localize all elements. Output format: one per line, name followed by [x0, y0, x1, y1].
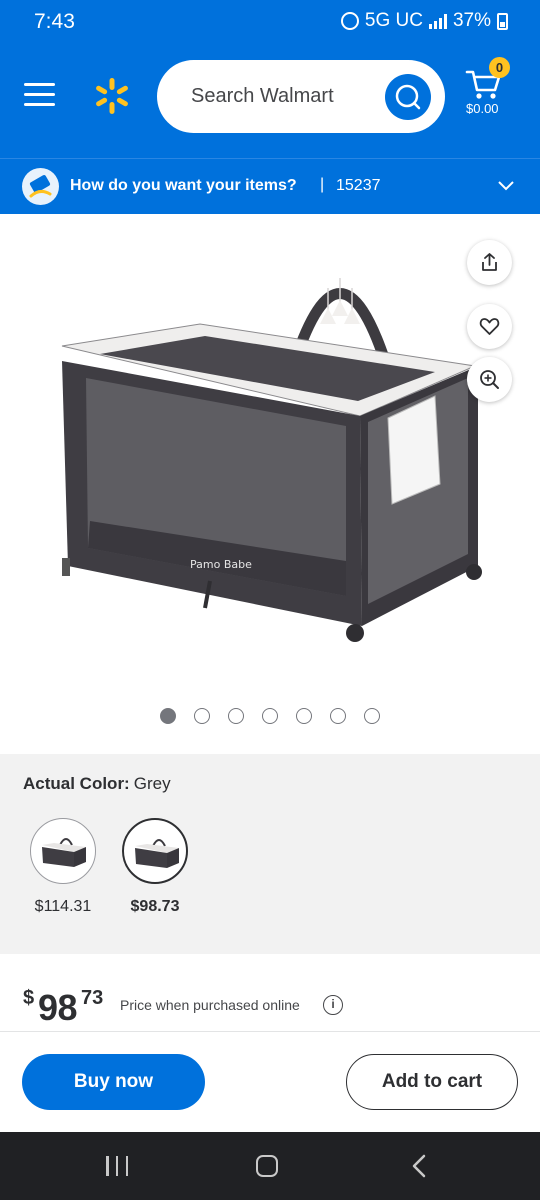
carousel-pagination[interactable]: [160, 708, 380, 724]
carousel-dot[interactable]: [364, 708, 380, 724]
delivery-options-bar[interactable]: How do you want your items? | 15237: [0, 158, 540, 214]
share-button[interactable]: [467, 240, 512, 285]
hamburger-icon-line: [24, 93, 55, 96]
info-icon[interactable]: i: [323, 995, 343, 1015]
swatch-price-selected: $98.73: [130, 898, 180, 915]
chevron-down-icon: [498, 181, 514, 191]
back-icon[interactable]: [408, 1154, 432, 1178]
heart-icon: [479, 318, 500, 335]
search-icon: [395, 84, 421, 110]
add-to-cart-button[interactable]: Add to cart: [346, 1054, 518, 1110]
price-row: $ 98 73 Price when purchased online i: [0, 954, 540, 1032]
status-icons: 5G UC 37%: [340, 10, 508, 32]
share-icon: [482, 253, 497, 271]
hamburger-icon-line: [24, 83, 55, 86]
color-value: Grey: [133, 774, 171, 793]
price-note: Price when purchased online: [120, 997, 300, 1013]
delivery-separator: |: [320, 176, 325, 193]
play-yard-thumbnail: [42, 838, 86, 867]
battery-percent: 37%: [452, 10, 491, 31]
recent-apps-icon[interactable]: [106, 1156, 128, 1176]
signal-icon: [428, 13, 447, 29]
buy-now-button[interactable]: Buy now: [22, 1054, 205, 1110]
home-icon[interactable]: [256, 1155, 278, 1177]
purchase-actions: Buy now Add to cart: [0, 1032, 540, 1132]
product-image-carousel[interactable]: Pamo Babe: [0, 214, 540, 754]
zoom-button[interactable]: [467, 357, 512, 402]
color-selector: Actual Color: Grey $114.31 $98.73: [0, 754, 540, 954]
zoom-in-icon: [480, 370, 499, 389]
favorite-button[interactable]: [467, 304, 512, 349]
network-label: 5G UC: [364, 10, 423, 31]
carousel-dot[interactable]: [228, 708, 244, 724]
price-cents: 73: [81, 987, 104, 1009]
battery-icon: [497, 12, 508, 30]
search-button[interactable]: [385, 74, 431, 120]
swatch-price: $114.31: [34, 898, 92, 915]
price-currency: $: [23, 987, 35, 1009]
menu-button[interactable]: [24, 83, 55, 107]
delivery-icon: [22, 168, 59, 205]
status-bar: 7:43 5G UC 37%: [0, 0, 540, 40]
carousel-dot[interactable]: [296, 708, 312, 724]
price-dollars: 98: [38, 987, 78, 1028]
header: Search Walmart 0 $0.00: [0, 40, 540, 158]
product-image-play-yard: Pamo Babe: [61, 278, 482, 642]
color-label-row: Actual Color: Grey: [23, 774, 171, 794]
product-brand-mark: Pamo Babe: [190, 558, 252, 571]
walmart-spark-logo[interactable]: [93, 77, 131, 115]
search-placeholder: Search Walmart: [191, 85, 334, 107]
carousel-dot[interactable]: [194, 708, 210, 724]
carousel-dot[interactable]: [330, 708, 346, 724]
status-time: 7:43: [34, 10, 75, 33]
color-swatch-selected[interactable]: [122, 818, 188, 884]
delivery-prompt: How do you want your items?: [70, 177, 297, 194]
search-input[interactable]: Search Walmart: [157, 60, 445, 133]
color-swatch[interactable]: [30, 818, 96, 884]
cart-total: $0.00: [466, 101, 499, 116]
alarm-icon: [340, 12, 359, 30]
cart-count-badge: 0: [489, 57, 510, 78]
color-label: Actual Color:: [23, 774, 130, 793]
carousel-dot[interactable]: [262, 708, 278, 724]
delivery-zip: 15237: [336, 177, 381, 194]
play-yard-thumbnail: [135, 839, 179, 868]
system-navigation-bar: [0, 1132, 540, 1200]
hamburger-icon-line: [24, 103, 55, 106]
carousel-dot[interactable]: [160, 708, 176, 724]
